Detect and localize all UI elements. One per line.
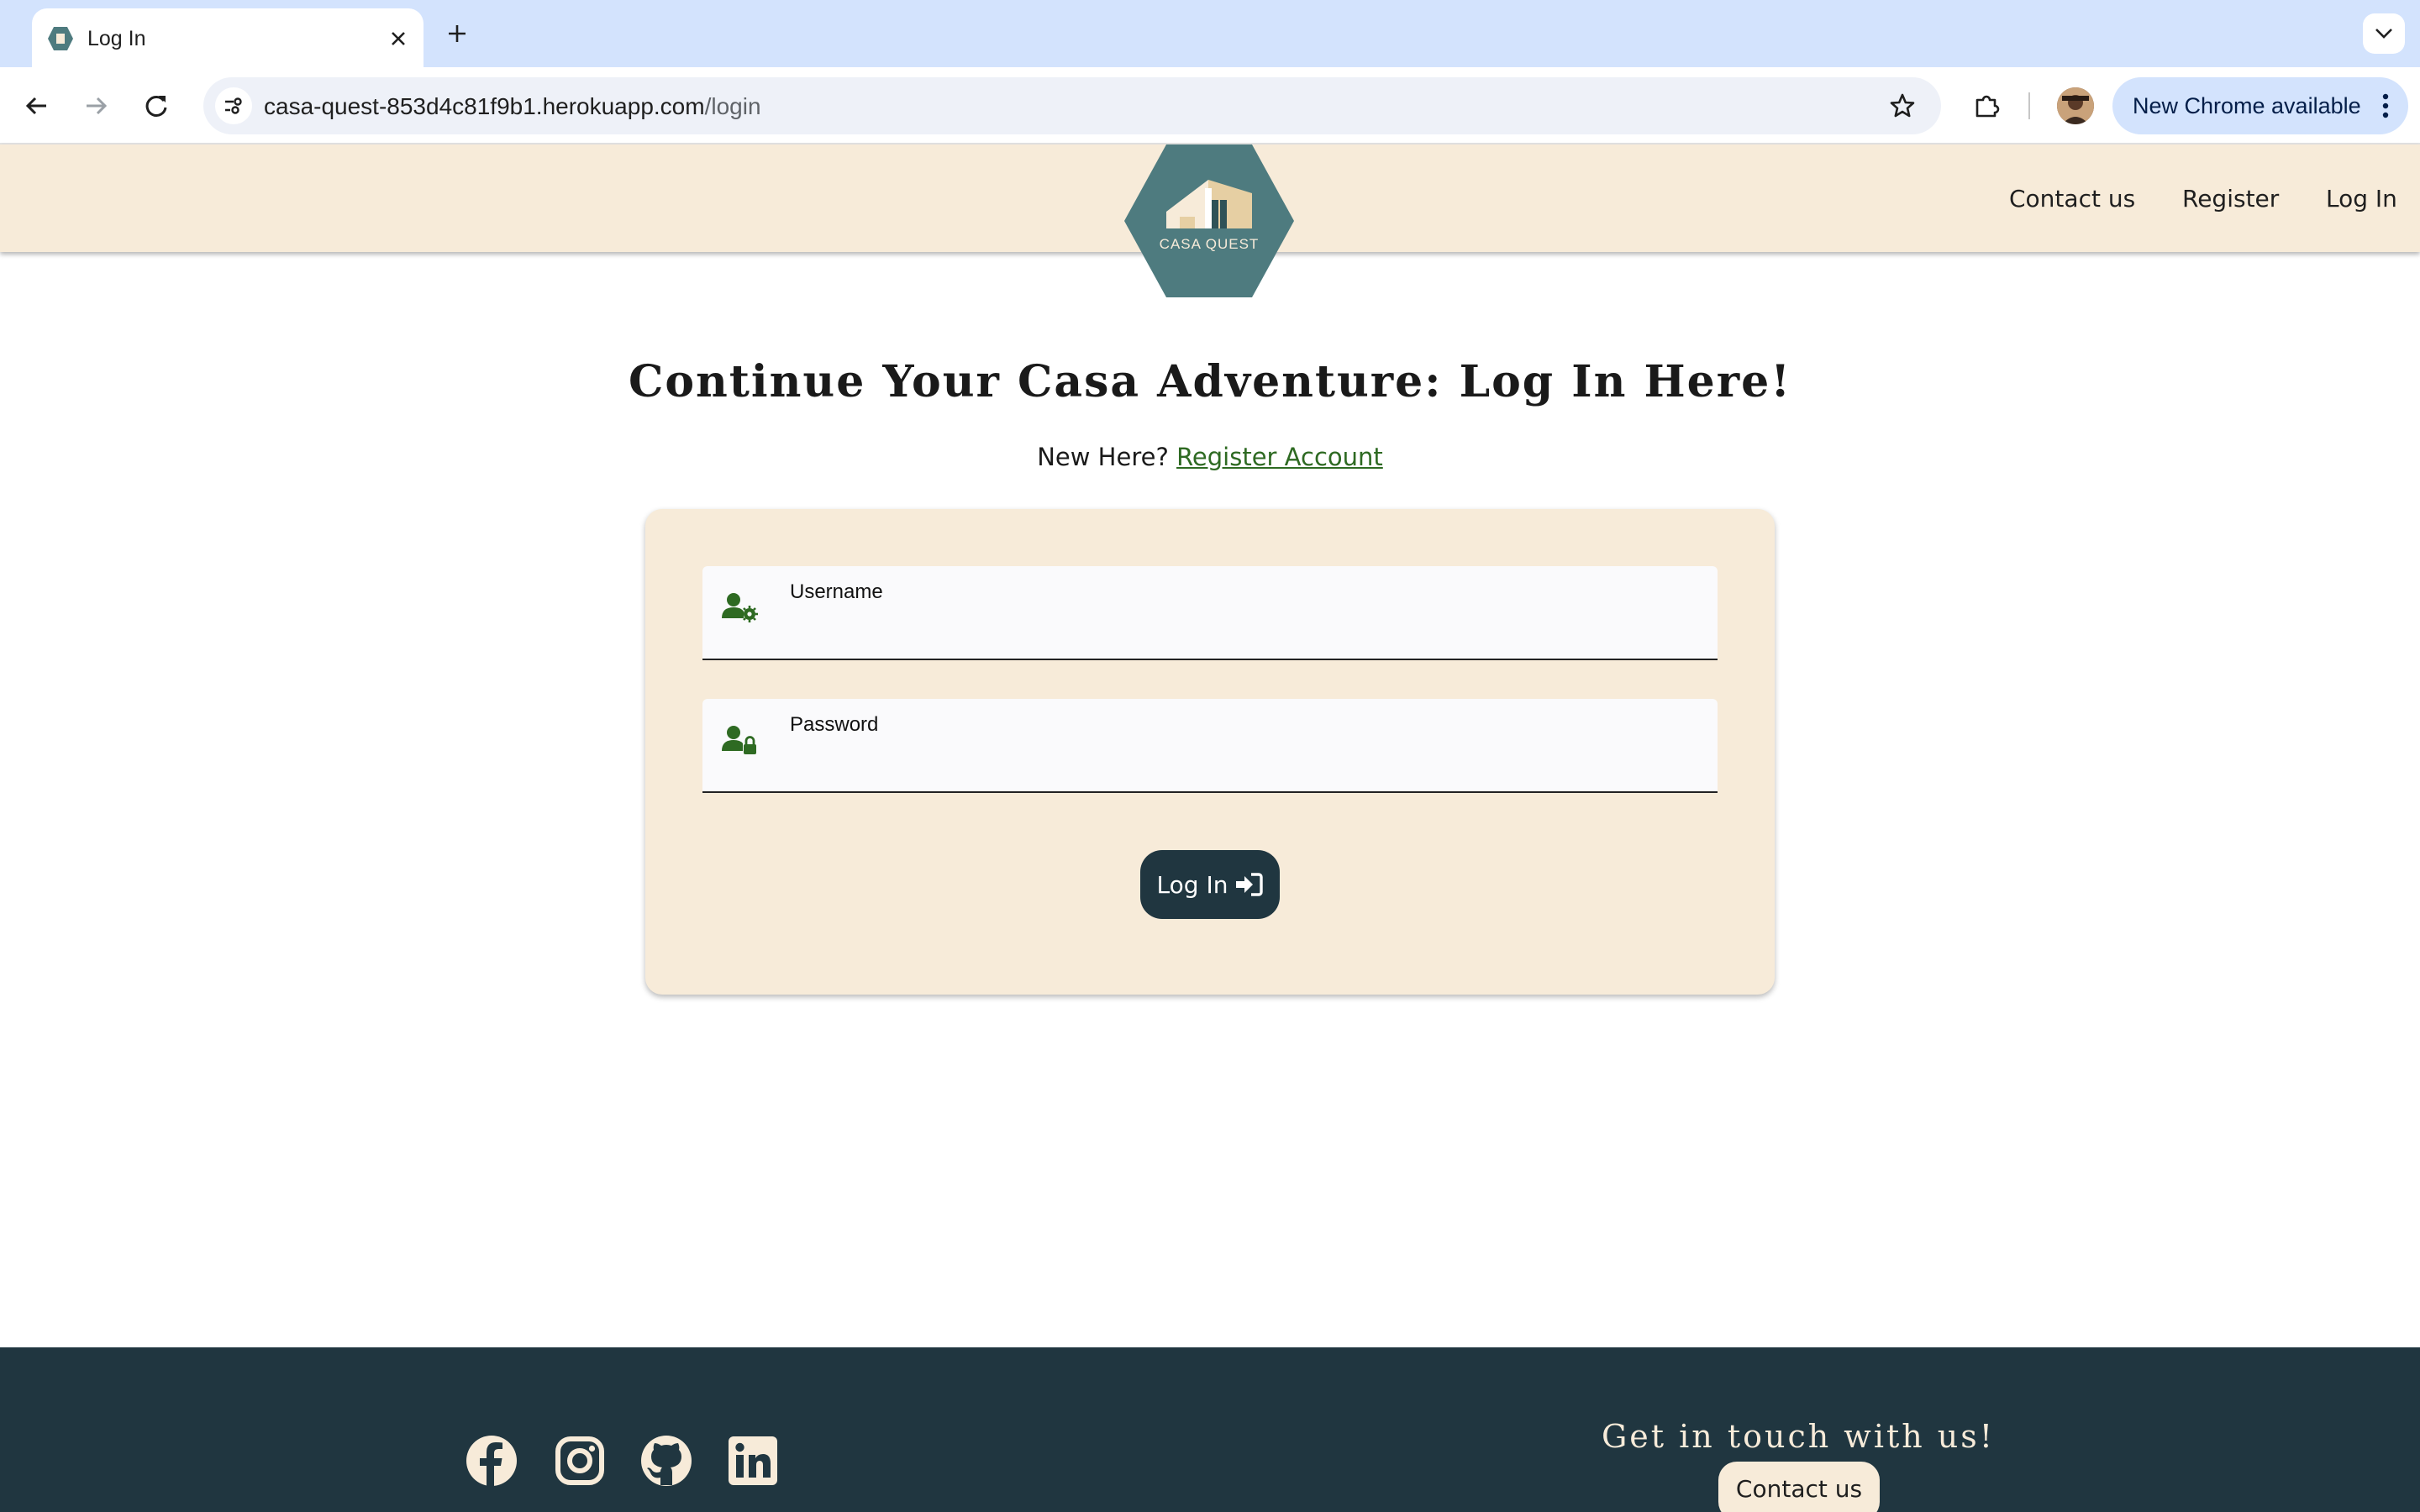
url-path: /login [704,93,761,119]
new-tab-icon[interactable] [439,15,476,52]
register-account-link[interactable]: Register Account [1176,443,1383,471]
tab-search-chevron-down-icon[interactable] [2363,13,2405,54]
browser-tab[interactable]: Log In [32,8,424,67]
password-input[interactable] [790,743,1697,780]
reload-icon[interactable] [136,86,176,126]
username-label: Username [790,580,883,603]
instagram-icon[interactable] [554,1435,606,1487]
user-lock-icon [722,726,756,754]
username-input[interactable] [790,610,1697,647]
linkedin-icon[interactable] [727,1435,779,1487]
new-here-line: New Here? Register Account [0,440,2420,474]
url-text[interactable]: casa-quest-853d4c81f9b1.herokuapp.com/lo… [264,92,761,121]
github-icon[interactable] [640,1435,692,1487]
logo-text: CASA QUEST [1160,236,1260,252]
footer-heading: Get in touch with us! [1601,1418,1996,1455]
password-field[interactable]: Password [702,699,1718,793]
casa-quest-favicon-icon [48,27,73,50]
sign-in-icon [1236,873,1264,896]
facebook-icon[interactable] [466,1435,518,1487]
toolbar-divider [2028,92,2030,119]
browser-tabstrip: Log In [0,0,2420,67]
login-card: Username Password Log In [645,509,1775,995]
password-label: Password [790,713,879,736]
username-field[interactable]: Username [702,566,1718,660]
new-here-text: New Here? [1037,443,1169,471]
browser-toolbar: casa-quest-853d4c81f9b1.herokuapp.com/lo… [0,67,2420,144]
nav-log-in[interactable]: Log In [2326,183,2397,215]
tab-title: Log In [87,27,146,50]
url-host: casa-quest-853d4c81f9b1.herokuapp.com [264,93,705,119]
log-in-button[interactable]: Log In [1140,850,1280,919]
nav-register[interactable]: Register [2182,183,2279,215]
user-gear-icon [722,593,758,622]
back-arrow-icon[interactable] [17,86,57,126]
site-settings-icon[interactable] [215,87,252,124]
bookmark-star-icon[interactable] [1884,87,1921,124]
log-in-button-label: Log In [1156,870,1228,899]
extensions-puzzle-icon[interactable] [1966,86,2007,126]
forward-arrow-icon[interactable] [76,86,116,126]
close-tab-icon[interactable] [381,22,415,55]
page-title: Continue Your Casa Adventure: Log In Her… [628,356,1792,407]
profile-avatar[interactable] [2057,87,2094,124]
new-chrome-available-button[interactable]: New Chrome available [2112,77,2408,134]
more-vertical-icon[interactable] [2373,89,2398,123]
casa-quest-logo[interactable]: CASA QUEST [1124,144,1294,297]
site-footer: Get in touch with us! Contact us [0,1347,2420,1512]
chrome-update-label: New Chrome available [2133,93,2361,118]
footer-contact-us-button[interactable]: Contact us [1718,1462,1880,1512]
address-bar[interactable]: casa-quest-853d4c81f9b1.herokuapp.com/lo… [203,77,1941,134]
nav-contact-us[interactable]: Contact us [2009,183,2135,215]
